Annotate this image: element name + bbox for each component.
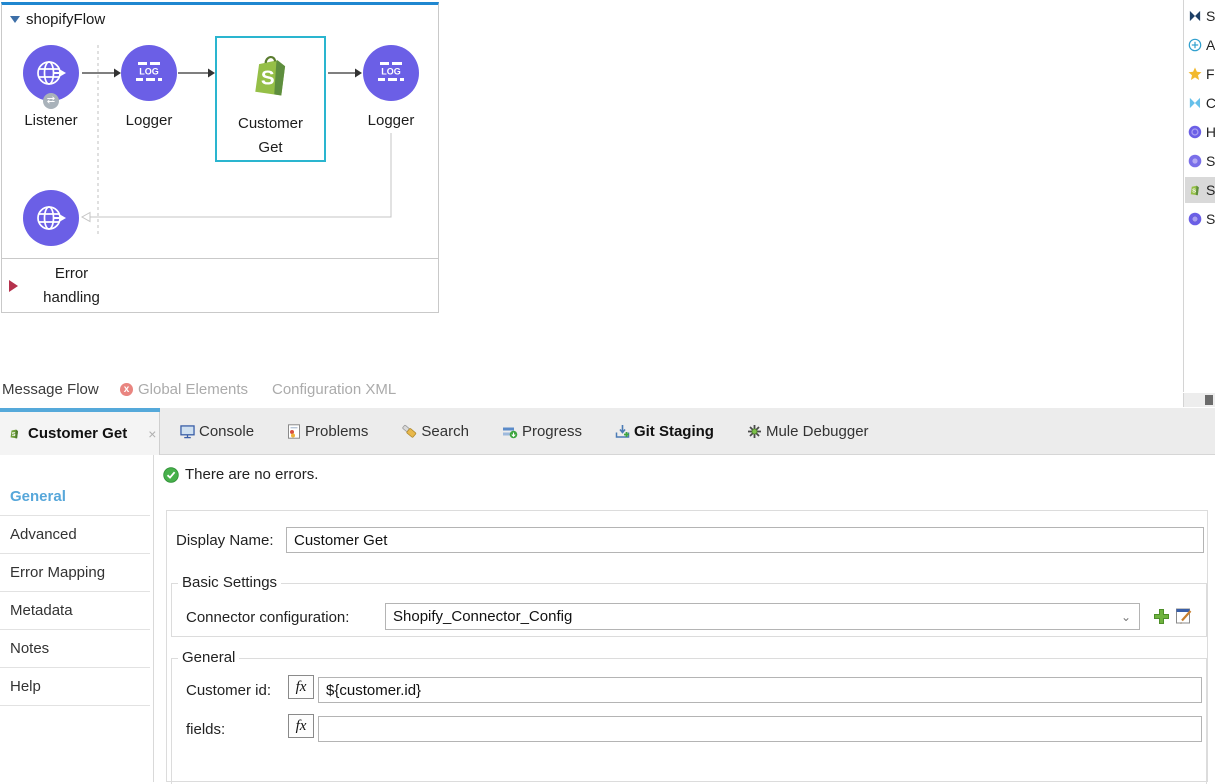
add-config-button[interactable] [1153,608,1170,625]
globe-arrow-icon [33,200,69,236]
shopify-bag-icon: S [245,50,297,102]
fields-input[interactable] [318,716,1202,742]
tab-console[interactable]: Console [180,423,254,440]
svg-text:LOG: LOG [139,67,159,77]
svg-text:S: S [261,67,275,90]
dark-x-icon [1188,9,1202,23]
view-tabs: Console Problems Search Progress [180,408,869,455]
tab-search[interactable]: Search [401,423,469,440]
logger1-node-label: Logger [109,110,189,132]
palette-scrollbar-thumb[interactable] [1205,395,1213,405]
mule-palette: S A F C H S [1183,0,1215,392]
customer-id-label: Customer id: [186,682,271,699]
palette-item-2[interactable]: F [1185,61,1215,87]
check-ok-icon [163,467,179,483]
customer-get-node[interactable]: S [245,50,297,107]
log-icon: LOG [377,61,405,85]
listener-node-label: Listener [11,110,91,132]
customer-id-fx-button[interactable]: fx [288,675,314,699]
core-bowtie-icon [1188,96,1202,110]
fields-label: fields: [186,721,225,738]
purple-module-icon [1188,212,1202,226]
properties-sidebar: General Advanced Error Mapping Metadata … [0,478,150,706]
favorites-star-icon [1188,67,1202,81]
general-legend: General [178,649,239,666]
sidebar-item-general[interactable]: General [0,478,150,516]
customer-get-node-label: Customer Get [215,112,326,160]
listener-response-node[interactable] [23,190,79,246]
error-handling-label: Error handling [24,262,119,310]
status-message: There are no errors. [185,466,318,483]
add-modules-icon [1188,38,1202,52]
palette-item-1[interactable]: A [1185,32,1215,58]
palette-item-6[interactable]: S S [1185,177,1215,203]
close-icon[interactable]: × [148,426,156,442]
sidebar-item-help[interactable]: Help [0,668,150,706]
problems-icon [287,424,301,439]
fields-fx-button[interactable]: fx [288,714,314,738]
chevron-down-icon: ⌄ [1121,610,1139,624]
git-staging-icon [615,424,630,439]
listener-source-badge-icon: ⇄ [43,93,59,109]
sidebar-item-notes[interactable]: Notes [0,630,150,668]
tab-problems[interactable]: Problems [287,423,368,440]
http-module-icon [1188,125,1202,139]
sidebar-item-error-mapping[interactable]: Error Mapping [0,554,150,592]
console-icon [180,425,195,439]
logger1-node[interactable]: LOG [121,45,177,101]
palette-item-5[interactable]: S [1185,148,1215,174]
properties-tab-customer-get[interactable]: S Customer Get × [0,408,160,455]
svg-text:LOG: LOG [381,67,401,77]
search-flashlight-icon [401,424,417,439]
globe-arrow-icon [33,55,69,91]
tab-message-flow[interactable]: Message Flow [2,381,99,398]
display-name-label: Display Name: [176,532,274,549]
logger2-node-label: Logger [351,110,431,132]
palette-item-3[interactable]: C [1185,90,1215,116]
status-row: There are no errors. [163,466,318,483]
tab-git-staging[interactable]: Git Staging [615,423,714,440]
display-name-input[interactable] [286,527,1204,553]
connector-config-select[interactable]: Shopify_Connector_Config ⌄ [385,603,1140,630]
basic-settings-legend: Basic Settings [178,574,281,591]
tab-progress[interactable]: Progress [502,423,582,440]
svg-text:S: S [1192,189,1196,195]
shopify-icon: S [1188,183,1202,197]
purple-module-icon [1188,154,1202,168]
progress-icon [502,425,518,439]
palette-item-7[interactable]: S [1185,206,1215,232]
error-handling-section[interactable]: Error handling [2,258,438,311]
tab-mule-debugger[interactable]: Mule Debugger [747,423,869,440]
palette-item-4[interactable]: H [1185,119,1215,145]
customer-id-input[interactable] [318,677,1202,703]
log-icon: LOG [135,61,163,85]
connector-config-label: Connector configuration: [186,609,349,626]
sidebar-item-advanced[interactable]: Advanced [0,516,150,554]
shopify-mini-icon: S [8,427,21,440]
active-tab-highlight [0,408,160,412]
tab-configuration-xml[interactable]: Configuration XML [272,381,396,398]
logger2-node[interactable]: LOG [363,45,419,101]
flow-container: shopifyFlow ⇄ Listener [1,2,439,313]
palette-item-0[interactable]: S [1185,3,1215,29]
error-handling-expand-icon[interactable] [9,280,18,292]
svg-text:S: S [12,432,16,438]
error-badge-icon: x [120,383,133,396]
edit-config-button[interactable] [1175,607,1193,625]
mule-debugger-icon [747,424,762,439]
sidebar-separator [153,455,154,782]
tab-global-elements[interactable]: x Global Elements [120,381,248,398]
sidebar-item-metadata[interactable]: Metadata [0,592,150,630]
